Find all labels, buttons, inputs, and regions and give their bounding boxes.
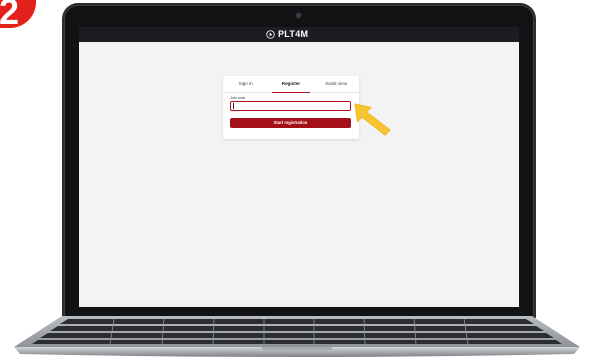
auth-card: Sign in Register Kiosk view Join code St… bbox=[223, 76, 359, 139]
arrow-pointer-icon bbox=[354, 103, 391, 136]
screen: PLT4M Sign in Register Kiosk view Join c… bbox=[79, 27, 519, 307]
text-cursor bbox=[233, 103, 234, 109]
app-header: PLT4M bbox=[79, 27, 519, 42]
join-code-label: Join code bbox=[230, 96, 246, 100]
join-code-input[interactable] bbox=[230, 101, 351, 111]
step-number-badge: 2 bbox=[0, 0, 36, 28]
step-number: 2 bbox=[0, 0, 20, 28]
start-registration-button[interactable]: Start registration bbox=[230, 118, 351, 128]
tab-register[interactable]: Register bbox=[268, 76, 313, 93]
laptop-scene: 2 PLT4M Sign in Register Kiosk view Join… bbox=[0, 0, 593, 364]
auth-tabs: Sign in Register Kiosk view bbox=[223, 76, 359, 93]
laptop-base-keyboard bbox=[14, 316, 580, 357]
tab-sign-in[interactable]: Sign in bbox=[223, 76, 268, 92]
brand-logo[interactable]: PLT4M bbox=[266, 29, 308, 40]
tab-kiosk-view[interactable]: Kiosk view bbox=[314, 76, 359, 92]
brand-name: PLT4M bbox=[278, 29, 309, 39]
webcam-icon bbox=[296, 13, 301, 18]
play-circle-icon bbox=[266, 30, 275, 39]
laptop-lid: PLT4M Sign in Register Kiosk view Join c… bbox=[64, 5, 534, 320]
